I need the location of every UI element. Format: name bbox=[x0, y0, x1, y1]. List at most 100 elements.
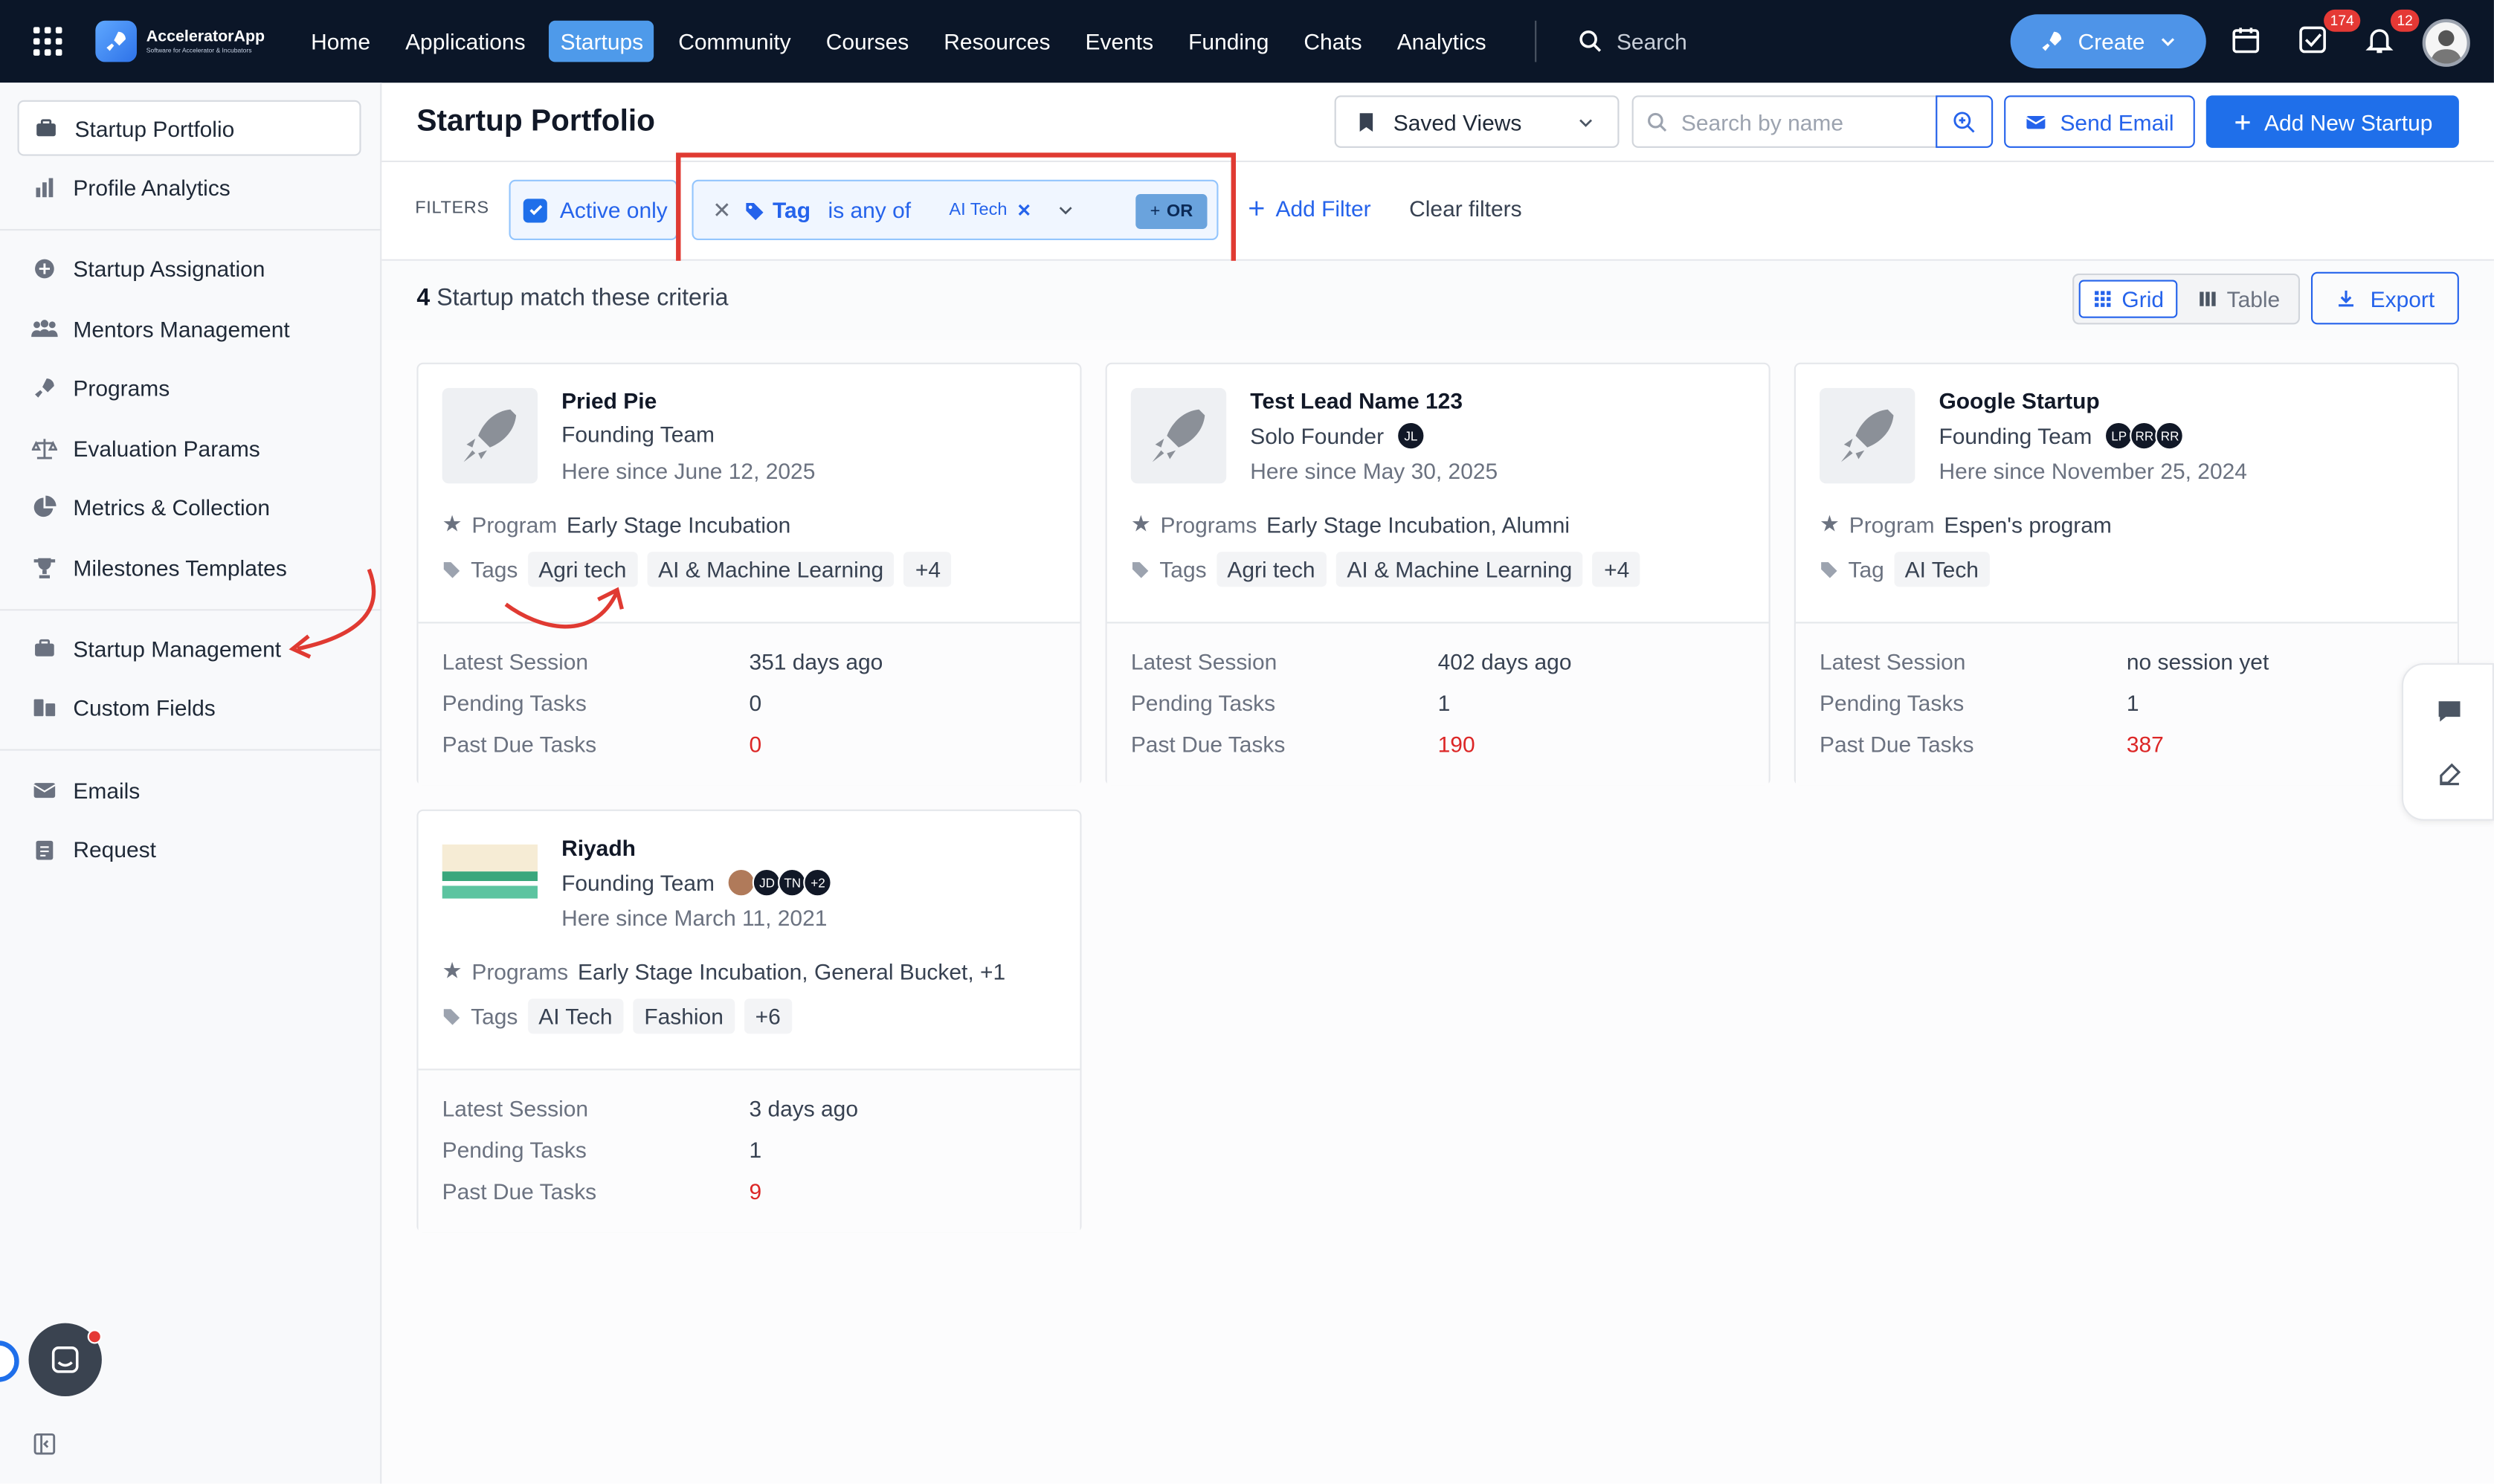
sidebar-item-mentors-management[interactable]: Mentors Management bbox=[18, 300, 361, 356]
startup-card[interactable]: Google Startup Founding Team LP RR RR Here … bbox=[1794, 362, 2459, 786]
create-button[interactable]: Create bbox=[2010, 14, 2206, 68]
export-button[interactable]: Export bbox=[2310, 271, 2459, 325]
plus-icon bbox=[2232, 112, 2252, 132]
more-tags-chip[interactable]: +4 bbox=[1593, 552, 1641, 587]
startup-name[interactable]: Riyadh bbox=[561, 835, 636, 860]
search-by-name-input[interactable]: Search by name bbox=[1631, 95, 1938, 148]
sidebar-item-startup-assignation[interactable]: Startup Assignation bbox=[18, 240, 361, 296]
sidebar-item-emails[interactable]: Emails bbox=[18, 762, 361, 818]
app-logo[interactable]: AcceleratorApp Software for Accelerator &… bbox=[95, 20, 265, 62]
more-tags-chip[interactable]: +6 bbox=[744, 999, 792, 1034]
startup-name[interactable]: Pried Pie bbox=[561, 388, 657, 413]
tag-icon bbox=[1131, 560, 1150, 579]
results-count-text: Startup match these criteria bbox=[436, 284, 729, 312]
sidebar-item-metrics-collection[interactable]: Metrics & Collection bbox=[18, 479, 361, 535]
tasks-check-icon[interactable] bbox=[2297, 24, 2332, 59]
star-icon: ★ bbox=[442, 510, 463, 536]
latest-session-value: 351 days ago bbox=[749, 648, 883, 674]
founder-avatar[interactable]: TN bbox=[778, 868, 808, 897]
search-icon bbox=[1646, 111, 1669, 133]
nav-events[interactable]: Events bbox=[1074, 21, 1165, 62]
nav-home[interactable]: Home bbox=[300, 21, 381, 62]
nav-funding[interactable]: Funding bbox=[1177, 21, 1280, 62]
stat-label: Latest Session bbox=[442, 1095, 589, 1121]
comment-icon[interactable] bbox=[2435, 697, 2464, 726]
startup-logo-rocket-icon bbox=[442, 387, 538, 484]
pending-tasks-value: 0 bbox=[749, 690, 762, 716]
more-tags-chip[interactable]: +4 bbox=[903, 552, 953, 587]
zoom-search-button[interactable] bbox=[1936, 95, 1994, 148]
program-label: Programs bbox=[471, 958, 569, 984]
founder-avatar[interactable]: LP bbox=[2104, 421, 2133, 451]
nav-chats[interactable]: Chats bbox=[1292, 21, 1373, 62]
user-avatar[interactable] bbox=[2422, 19, 2470, 67]
tag-chip: AI & Machine Learning bbox=[647, 552, 895, 587]
latest-session-value: 402 days ago bbox=[1437, 648, 1572, 674]
collapse-sidebar-icon[interactable] bbox=[32, 1431, 57, 1456]
search-by-name-placeholder: Search by name bbox=[1681, 109, 1844, 135]
star-icon: ★ bbox=[1130, 510, 1151, 536]
sidebar-item-request[interactable]: Request bbox=[18, 821, 361, 877]
card-stats: Latest Session no session yet Pending Tas… bbox=[1795, 623, 2458, 786]
startup-name[interactable]: Test Lead Name 123 bbox=[1250, 388, 1463, 413]
nav-startups[interactable]: Startups bbox=[549, 20, 655, 62]
sidebar-item-evaluation-params[interactable]: Evaluation Params bbox=[18, 420, 361, 476]
nav-analytics[interactable]: Analytics bbox=[1386, 21, 1498, 62]
sidebar-item-custom-fields[interactable]: Custom Fields bbox=[18, 679, 361, 735]
founder-avatar[interactable]: RR bbox=[2130, 421, 2159, 451]
apps-grid-icon[interactable] bbox=[25, 19, 70, 64]
card-stats: Latest Session 3 days ago Pending Tasks 1 … bbox=[418, 1070, 1080, 1233]
page-title: Startup Portfolio bbox=[416, 105, 656, 139]
clear-filters-button[interactable]: Clear filters bbox=[1409, 196, 1521, 221]
founder-avatar[interactable]: JD bbox=[753, 868, 782, 897]
tag-icon bbox=[1820, 560, 1839, 579]
tags-label: Tag bbox=[1848, 556, 1884, 582]
sidebar-item-label: Profile Analytics bbox=[73, 174, 231, 200]
active-only-checkbox[interactable] bbox=[523, 198, 547, 222]
joined-date: Here since March 11, 2021 bbox=[561, 905, 828, 931]
logo-title: AcceleratorApp bbox=[146, 28, 265, 47]
add-new-startup-button[interactable]: Add New Startup bbox=[2205, 95, 2459, 148]
startup-card[interactable]: Test Lead Name 123 Solo Founder JL Here s… bbox=[1105, 362, 1770, 786]
founder-avatar-photo[interactable] bbox=[727, 868, 756, 897]
sidebar-item-label: Emails bbox=[73, 776, 141, 803]
nav-community[interactable]: Community bbox=[667, 21, 802, 62]
startup-card[interactable]: Pried Pie Founding Team Here since June … bbox=[416, 362, 1082, 786]
nav-resources[interactable]: Resources bbox=[932, 21, 1061, 62]
bell-icon[interactable] bbox=[2364, 24, 2399, 59]
scale-icon bbox=[30, 433, 59, 462]
sidebar-item-programs[interactable]: Programs bbox=[18, 359, 361, 415]
startup-name[interactable]: Google Startup bbox=[1939, 388, 2099, 413]
active-only-filter[interactable]: Active only bbox=[509, 179, 678, 240]
download-icon bbox=[2336, 287, 2358, 309]
add-filter-button[interactable]: Add Filter bbox=[1247, 196, 1371, 221]
tag-icon bbox=[442, 1007, 462, 1026]
sidebar-item-profile-analytics[interactable]: Profile Analytics bbox=[18, 159, 361, 215]
send-email-button[interactable]: Send Email bbox=[2004, 95, 2195, 148]
tag-icon bbox=[442, 560, 462, 579]
startup-logo-rocket-icon bbox=[1130, 387, 1227, 484]
calendar-icon[interactable] bbox=[2230, 24, 2265, 59]
sidebar-item-label: Mentors Management bbox=[73, 315, 290, 341]
global-search[interactable]: Search bbox=[1579, 29, 1849, 54]
zoom-in-icon bbox=[1952, 109, 1977, 135]
sidebar-item-startup-portfolio[interactable]: Startup Portfolio bbox=[17, 100, 361, 156]
edit-icon[interactable] bbox=[2435, 760, 2464, 789]
saved-views-dropdown[interactable]: Saved Views bbox=[1334, 95, 1620, 148]
search-icon bbox=[1579, 29, 1617, 54]
users-icon bbox=[30, 314, 59, 343]
nav-courses[interactable]: Courses bbox=[815, 21, 920, 62]
startup-card[interactable]: Riyadh Founding Team JD TN +2 Here since Ma… bbox=[416, 809, 1082, 1233]
plus-circle-icon bbox=[30, 254, 59, 283]
annotation-arrow-sidebar bbox=[289, 568, 376, 659]
founder-avatar[interactable]: RR bbox=[2155, 421, 2185, 451]
briefcase-icon bbox=[32, 114, 61, 143]
founder-avatar[interactable]: JL bbox=[1396, 421, 1425, 451]
nav-applications[interactable]: Applications bbox=[394, 21, 536, 62]
table-view-button[interactable]: Table bbox=[2185, 280, 2292, 317]
stat-label: Past Due Tasks bbox=[442, 731, 597, 758]
pending-tasks-value: 1 bbox=[749, 1137, 762, 1163]
table-view-label: Table bbox=[2226, 286, 2281, 312]
grid-view-button[interactable]: Grid bbox=[2078, 280, 2179, 318]
more-founders-avatar[interactable]: +2 bbox=[803, 868, 833, 897]
